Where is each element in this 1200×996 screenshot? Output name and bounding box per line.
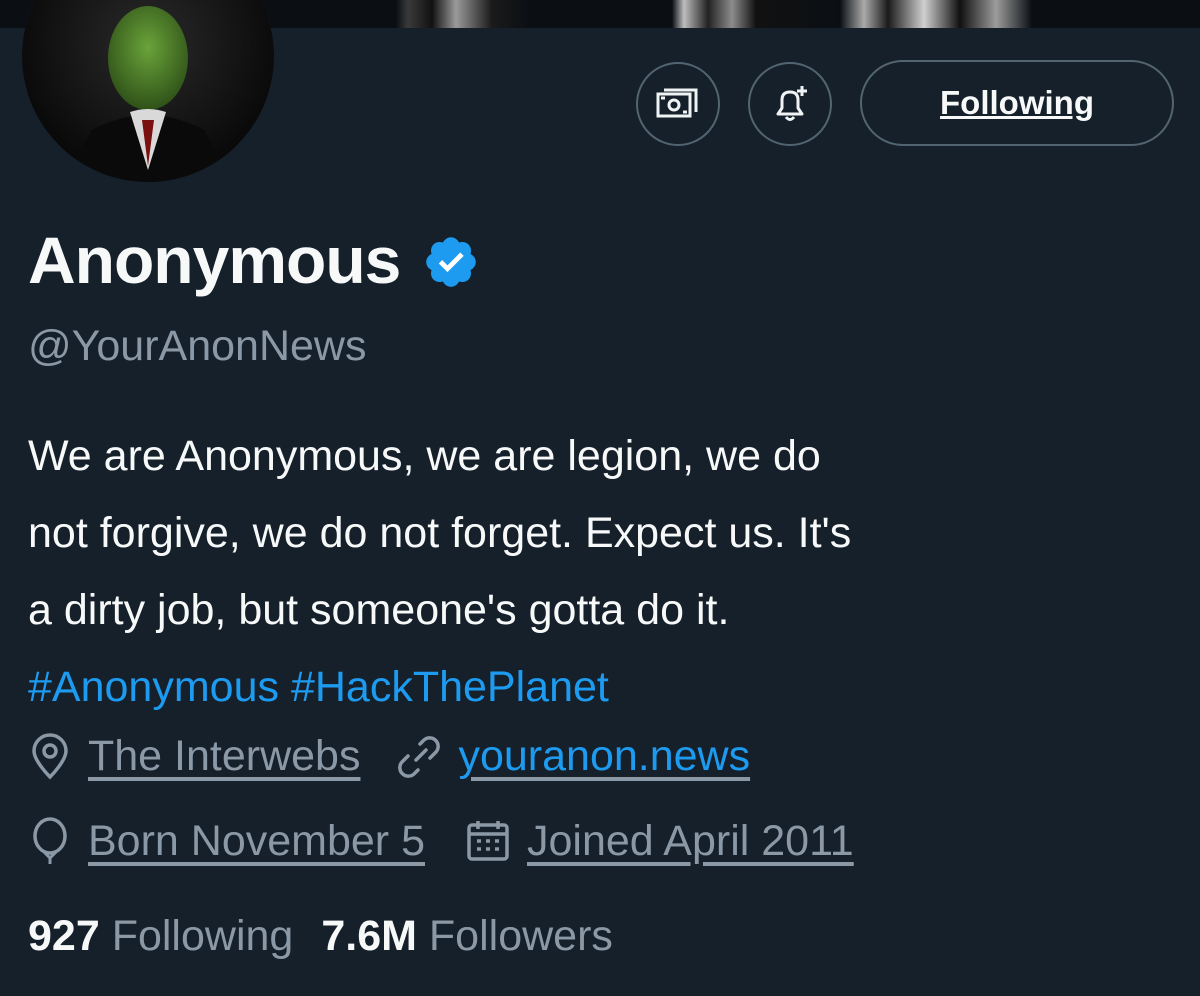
tip-button[interactable]: [636, 62, 720, 146]
bio-line: We are Anonymous, we are legion, we do: [28, 432, 821, 480]
location-text: The Interwebs: [88, 732, 361, 780]
followers-count: 7.6M: [321, 912, 417, 960]
following-stat[interactable]: 927 Following: [28, 912, 293, 961]
followers-label: Followers: [428, 912, 613, 960]
followers-stat[interactable]: 7.6M Followers: [321, 912, 613, 961]
display-name: Anonymous: [28, 223, 401, 297]
profile-meta-row: Born November 5 Joined April 2011: [28, 816, 854, 866]
location-pin-icon: [32, 732, 68, 779]
website[interactable]: youranon.news: [396, 732, 750, 781]
avatar[interactable]: [22, 0, 274, 182]
birthday: Born November 5: [28, 816, 425, 866]
balloon-icon: [33, 817, 67, 864]
money-icon: [656, 88, 698, 118]
following-button[interactable]: Following: [860, 60, 1174, 146]
bio-hashtags: #Anonymous #HackThePlanet: [28, 649, 1178, 726]
profile-page: Following Anonymous @YourAnonNews We are…: [0, 0, 1200, 996]
bio: We are Anonymous, we are legion, we do n…: [28, 418, 1178, 726]
following-count: 927: [28, 912, 100, 960]
bio-line: not forgive, we do not forget. Expect us…: [28, 509, 852, 557]
joined-text: Joined April 2011: [527, 816, 854, 865]
name-row: Anonymous: [28, 222, 480, 298]
bio-line: a dirty job, but someone's gotta do it.: [28, 586, 730, 634]
bell-plus-icon: [776, 86, 807, 121]
verified-badge-icon[interactable]: [422, 233, 480, 291]
notify-button[interactable]: [748, 62, 832, 146]
location: The Interwebs: [28, 732, 360, 781]
hashtag-link[interactable]: #HackThePlanet: [291, 663, 609, 711]
website-link[interactable]: youranon.news: [458, 732, 750, 781]
hashtag-link[interactable]: #Anonymous: [28, 663, 279, 711]
link-icon: [398, 735, 441, 778]
profile-meta-row: The Interwebs youranon.news: [28, 732, 750, 781]
handle: @YourAnonNews: [28, 322, 367, 370]
following-label: Following: [111, 912, 294, 960]
birthday-text: Born November 5: [88, 816, 425, 865]
profile-stats: 927 Following 7.6M Followers: [28, 912, 641, 961]
joined-date: Joined April 2011: [465, 817, 854, 866]
calendar-icon: [467, 821, 509, 861]
